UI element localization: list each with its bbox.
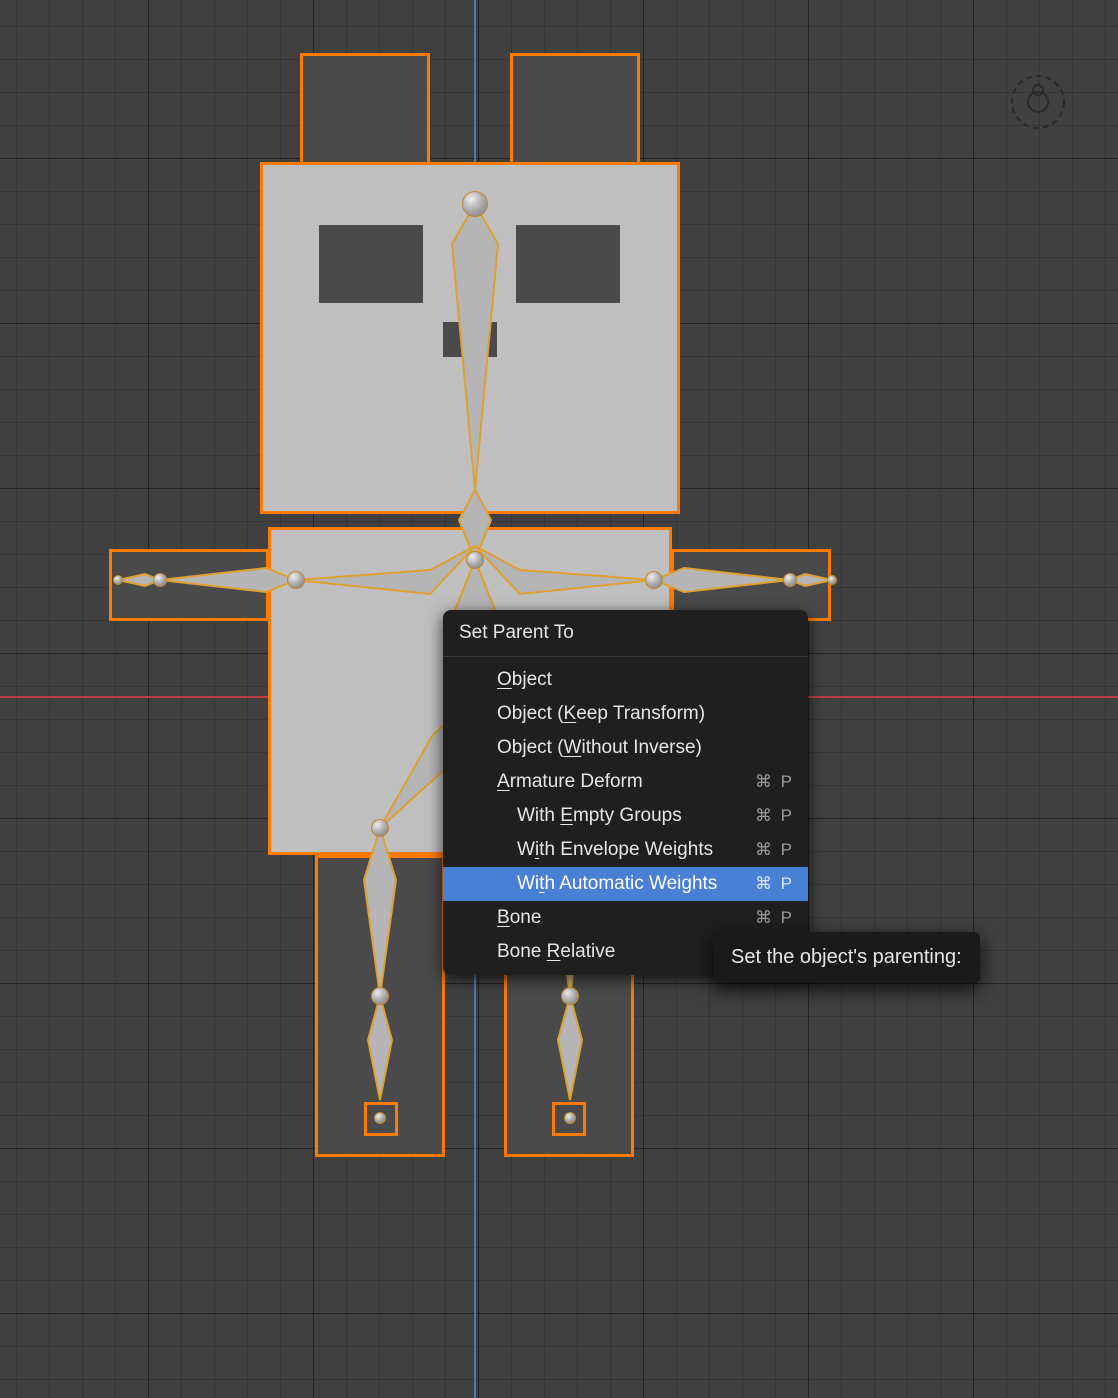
menu-item-shortcut: ⌘ P [755, 908, 794, 928]
bone-shoulder-l[interactable] [296, 546, 475, 594]
menu-item-shortcut: ⌘ P [755, 806, 794, 826]
bone-upperarm-r[interactable] [654, 568, 790, 592]
bone-upperarm-l[interactable] [160, 568, 296, 592]
joint-ankle-r [561, 987, 579, 1005]
set-parent-menu[interactable]: Set Parent To Object Object (Keep Transfo… [443, 610, 808, 975]
joint-foot-l [374, 1112, 386, 1124]
bone-shin-l[interactable] [368, 996, 392, 1100]
menu-item-label: With Empty Groups [517, 805, 755, 827]
bone-head[interactable] [452, 204, 498, 490]
joint-shoulder-r [645, 571, 663, 589]
menu-item-label: Armature Deform [497, 771, 755, 793]
menu-item-label: With Envelope Weights [517, 839, 755, 861]
menu-item-label: With Automatic Weights [517, 873, 755, 895]
menu-separator [443, 656, 808, 657]
menu-title: Set Parent To [443, 610, 808, 654]
menu-item-label: Bone [497, 907, 755, 929]
menu-item-label: Object [497, 669, 794, 691]
joint-ankle-l [371, 987, 389, 1005]
menu-item-shortcut: ⌘ P [755, 772, 794, 792]
joint-head-top [462, 191, 488, 217]
menu-item-2[interactable]: Object (Without Inverse) [443, 731, 808, 765]
menu-item-6[interactable]: With Automatic Weights⌘ P [443, 867, 808, 901]
menu-item-1[interactable]: Object (Keep Transform) [443, 697, 808, 731]
menu-item-4[interactable]: With Empty Groups⌘ P [443, 799, 808, 833]
menu-item-shortcut: ⌘ P [755, 874, 794, 894]
joint-shoulder-l [287, 571, 305, 589]
bone-neck[interactable] [459, 490, 491, 560]
menu-item-0[interactable]: Object [443, 663, 808, 697]
menu-item-shortcut: ⌘ P [755, 840, 794, 860]
bone-shin-r[interactable] [558, 996, 582, 1100]
joint-neck [466, 551, 484, 569]
menu-item-5[interactable]: With Envelope Weights⌘ P [443, 833, 808, 867]
menu-item-7[interactable]: Bone⌘ P [443, 901, 808, 935]
joint-elbow-l [153, 573, 167, 587]
bone-thigh-l[interactable] [364, 828, 396, 996]
nav-gizmo[interactable] [1010, 74, 1066, 130]
menu-item-label: Object (Without Inverse) [497, 737, 794, 759]
menu-item-3[interactable]: Armature Deform⌘ P [443, 765, 808, 799]
tooltip: Set the object's parenting: [713, 932, 980, 983]
bone-shoulder-r[interactable] [475, 546, 654, 594]
viewport-3d[interactable]: Set Parent To Object Object (Keep Transfo… [0, 0, 1118, 1398]
joint-elbow-r [783, 573, 797, 587]
joint-hand-l [113, 575, 123, 585]
menu-item-label: Object (Keep Transform) [497, 703, 794, 725]
joint-hand-r [827, 575, 837, 585]
joint-knee-l [371, 819, 389, 837]
joint-foot-r [564, 1112, 576, 1124]
